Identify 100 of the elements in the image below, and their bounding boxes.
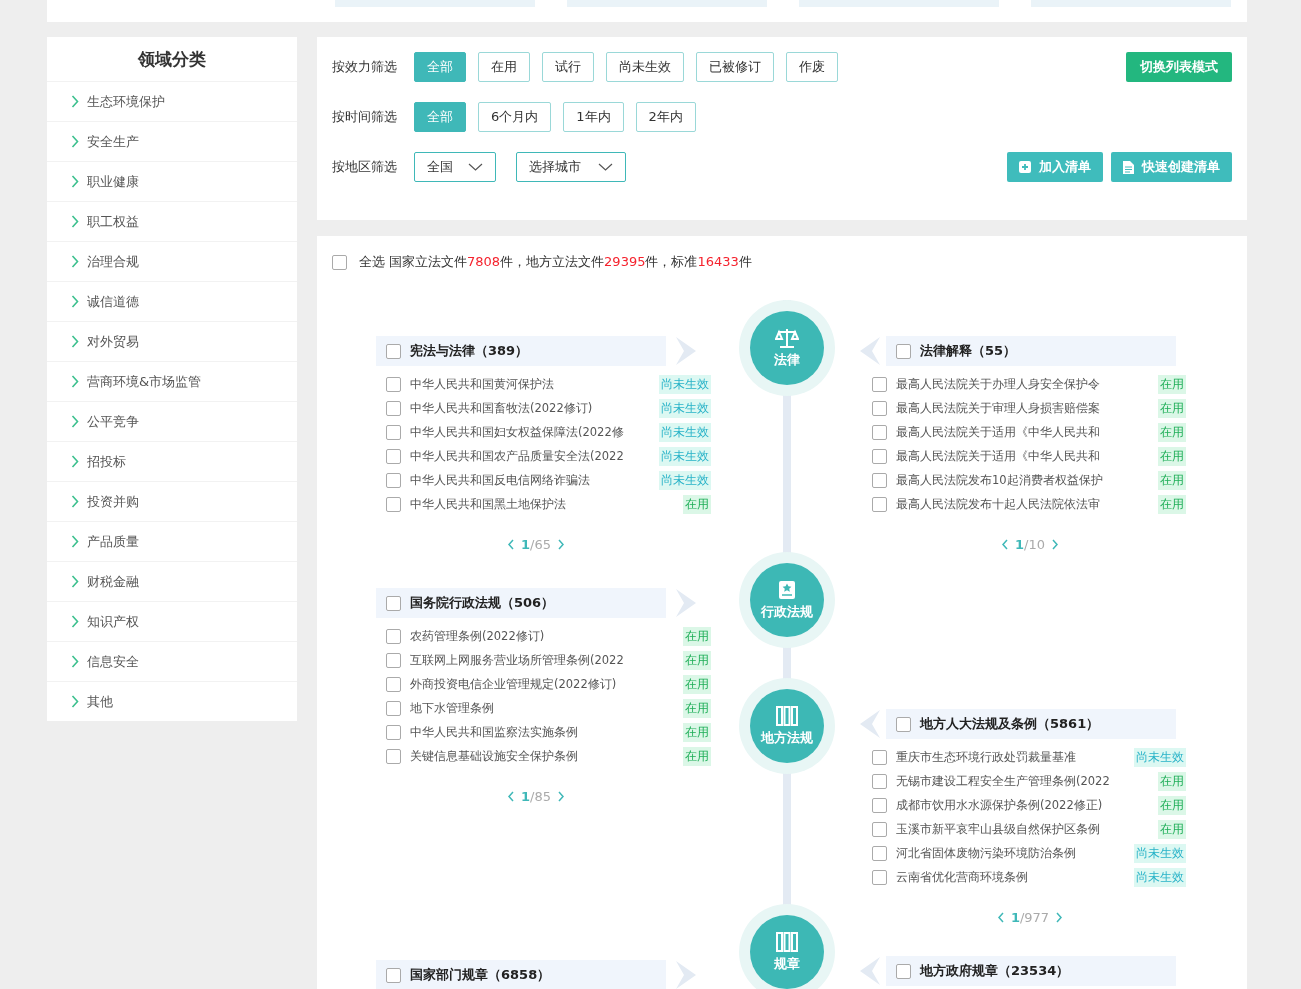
checkbox[interactable]: [386, 967, 401, 983]
checkbox[interactable]: [872, 424, 887, 440]
status-tag: 在用: [683, 674, 711, 694]
document-title[interactable]: 无锡市建设工程安全生产管理条例(2022: [896, 773, 1149, 789]
checkbox[interactable]: [872, 797, 887, 813]
document-title[interactable]: 中华人民共和国畜牧法(2022修订): [410, 400, 650, 416]
checkbox[interactable]: [386, 448, 401, 464]
document-title[interactable]: 中华人民共和国农产品质量安全法(2022: [410, 448, 650, 464]
document-title[interactable]: 玉溪市新平哀牢山县级自然保护区条例: [896, 821, 1149, 837]
sidebar-label: 知识产权: [87, 612, 139, 631]
document-title[interactable]: 中华人民共和国黄河保护法: [410, 376, 650, 392]
document-title[interactable]: 最高人民法院关于适用《中华人民共和: [896, 424, 1149, 440]
filter-option[interactable]: 2年内: [635, 102, 696, 132]
sidebar-item[interactable]: 安全生产: [47, 122, 297, 162]
document-title[interactable]: 农药管理条例(2022修订): [410, 628, 674, 644]
previous-page-icon[interactable]: [996, 911, 1005, 923]
status-tag: 在用: [683, 626, 711, 646]
next-page-icon[interactable]: [557, 538, 565, 550]
document-title[interactable]: 最高人民法院关于审理人身损害赔偿案: [896, 400, 1149, 416]
sidebar-item[interactable]: 诚信道德: [47, 282, 297, 322]
previous-page-icon[interactable]: [1001, 538, 1009, 550]
sidebar-item[interactable]: 投资并购: [47, 482, 297, 522]
sidebar-item[interactable]: 对外贸易: [47, 322, 297, 362]
filter-option[interactable]: 已被修订: [696, 52, 774, 82]
checkbox[interactable]: [386, 472, 401, 488]
document-title[interactable]: 重庆市生态环境行政处罚裁量基准: [896, 749, 1125, 765]
checkbox[interactable]: [872, 448, 887, 464]
status-tag: 尚未生效: [659, 470, 711, 490]
document-title[interactable]: 最高人民法院发布十起人民法院依法审: [896, 496, 1149, 512]
checkbox[interactable]: [872, 496, 887, 512]
status-tag: 在用: [683, 746, 711, 766]
checkbox[interactable]: [386, 700, 401, 716]
document-title[interactable]: 河北省固体废物污染环境防治条例: [896, 845, 1125, 861]
document-title[interactable]: 最高人民法院关于办理人身安全保护令: [896, 376, 1149, 392]
checkbox[interactable]: [386, 628, 401, 644]
sidebar-item[interactable]: 职工权益: [47, 202, 297, 242]
chevron-right-icon: [71, 655, 79, 668]
next-page-icon[interactable]: [1055, 911, 1064, 923]
checkbox[interactable]: [386, 595, 401, 611]
sidebar-item[interactable]: 营商环境&市场监管: [47, 362, 297, 402]
select-all-label[interactable]: 全选: [359, 253, 385, 271]
next-page-icon[interactable]: [557, 790, 565, 802]
checkbox[interactable]: [872, 472, 887, 488]
document-title[interactable]: 成都市饮用水水源保护条例(2022修正): [896, 797, 1149, 813]
sidebar-item[interactable]: 知识产权: [47, 602, 297, 642]
document-title[interactable]: 中华人民共和国妇女权益保障法(2022修: [410, 424, 650, 440]
checkbox[interactable]: [872, 845, 887, 861]
document-title[interactable]: 最高人民法院关于适用《中华人民共和: [896, 448, 1149, 464]
checkbox[interactable]: [872, 400, 887, 416]
sidebar-item[interactable]: 产品质量: [47, 522, 297, 562]
checkbox[interactable]: [896, 343, 911, 359]
sidebar-label: 安全生产: [87, 132, 139, 151]
next-page-icon[interactable]: [1051, 538, 1059, 550]
checkbox[interactable]: [386, 376, 401, 392]
checkbox[interactable]: [386, 724, 401, 740]
checkbox[interactable]: [896, 963, 911, 979]
checkbox[interactable]: [872, 821, 887, 837]
document-title[interactable]: 中华人民共和国黑土地保护法: [410, 496, 674, 512]
filter-option[interactable]: 6个月内: [478, 102, 552, 132]
document-title[interactable]: 中华人民共和国反电信网络诈骗法: [410, 472, 650, 488]
checkbox[interactable]: [386, 400, 401, 416]
checkbox[interactable]: [386, 343, 401, 359]
checkbox[interactable]: [872, 376, 887, 392]
chevron-right-icon: [71, 455, 79, 468]
dropdown[interactable]: 全国: [414, 152, 496, 182]
sidebar-label: 职业健康: [87, 172, 139, 191]
checkbox[interactable]: [386, 676, 401, 692]
document-title[interactable]: 关键信息基础设施安全保护条例: [410, 748, 674, 764]
checkbox[interactable]: [386, 424, 401, 440]
sidebar-item[interactable]: 公平竞争: [47, 402, 297, 442]
sidebar-item[interactable]: 职业健康: [47, 162, 297, 202]
checkbox[interactable]: [386, 496, 401, 512]
filter-option[interactable]: 尚未生效: [606, 52, 684, 82]
document-title[interactable]: 云南省优化营商环境条例: [896, 869, 1125, 885]
checkbox[interactable]: [872, 749, 887, 765]
document-title[interactable]: 外商投资电信企业管理规定(2022修订): [410, 676, 674, 692]
filter-option[interactable]: 作废: [786, 52, 838, 82]
status-tag: 在用: [683, 722, 711, 742]
checkbox[interactable]: [896, 716, 911, 732]
checkbox[interactable]: [386, 652, 401, 668]
document-title[interactable]: 互联网上网服务营业场所管理条例(2022: [410, 652, 674, 668]
document-title[interactable]: 中华人民共和国监察法实施条例: [410, 724, 674, 740]
filter-option[interactable]: 1年内: [563, 102, 624, 132]
previous-page-icon[interactable]: [507, 790, 515, 802]
dropdown[interactable]: 选择城市: [516, 152, 626, 182]
checkbox[interactable]: [386, 748, 401, 764]
sidebar-item[interactable]: 治理合规: [47, 242, 297, 282]
document-title[interactable]: 最高人民法院发布10起消费者权益保护: [896, 472, 1149, 488]
checkbox[interactable]: [872, 773, 887, 789]
filter-option[interactable]: 试行: [542, 52, 594, 82]
sidebar-item[interactable]: 生态环境保护: [47, 82, 297, 122]
checkbox[interactable]: [332, 254, 347, 270]
filter-option[interactable]: 在用: [478, 52, 530, 82]
document-title[interactable]: 地下水管理条例: [410, 700, 674, 716]
sidebar-item[interactable]: 招投标: [47, 442, 297, 482]
sidebar-item[interactable]: 其他: [47, 682, 297, 721]
sidebar-item[interactable]: 信息安全: [47, 642, 297, 682]
checkbox[interactable]: [872, 869, 887, 885]
previous-page-icon[interactable]: [507, 538, 515, 550]
sidebar-item[interactable]: 财税金融: [47, 562, 297, 602]
